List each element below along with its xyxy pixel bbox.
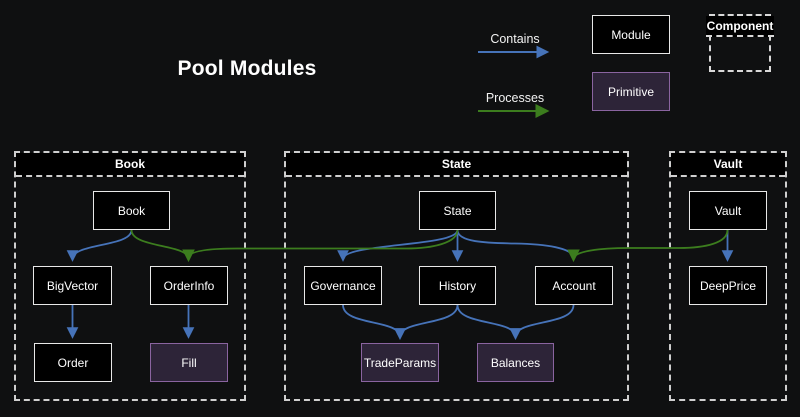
node-orderinfo: OrderInfo <box>150 266 228 305</box>
node-account-label: Account <box>552 279 595 293</box>
legend-primitive-label: Primitive <box>608 85 654 99</box>
edge-book-orderinfo <box>132 230 189 259</box>
node-history-label: History <box>439 279 476 293</box>
legend-component-box: Component <box>709 14 771 72</box>
node-state: State <box>419 191 496 230</box>
edge-state-orderinfo <box>189 230 458 258</box>
edge-vault-account <box>574 230 728 259</box>
legend-component-label: Component <box>706 16 774 37</box>
node-history: History <box>419 266 496 305</box>
legend-module-label: Module <box>611 28 650 42</box>
node-orderinfo-label: OrderInfo <box>164 279 215 293</box>
node-vault-label: Vault <box>715 204 741 218</box>
node-book: Book <box>93 191 170 230</box>
node-fill: Fill <box>150 343 228 382</box>
node-tradeparams-label: TradeParams <box>364 356 436 370</box>
node-book-label: Book <box>118 204 145 218</box>
node-deepprice-label: DeepPrice <box>700 279 756 293</box>
node-account: Account <box>535 266 613 305</box>
node-order: Order <box>34 343 112 382</box>
node-order-label: Order <box>58 356 89 370</box>
edge-state-account <box>458 230 574 258</box>
node-vault: Vault <box>689 191 767 230</box>
edge-history-tradeparams <box>400 305 458 337</box>
edge-governance-tradeparams <box>343 305 400 337</box>
edge-book-bigvector <box>73 230 132 259</box>
node-fill-label: Fill <box>181 356 196 370</box>
node-bigvector-label: BigVector <box>47 279 98 293</box>
node-bigvector: BigVector <box>33 266 112 305</box>
node-governance: Governance <box>304 266 382 305</box>
edge-history-balances <box>458 305 516 337</box>
node-balances-label: Balances <box>491 356 540 370</box>
legend-module-box: Module <box>592 15 670 54</box>
legend-primitive-box: Primitive <box>592 72 670 111</box>
node-governance-label: Governance <box>310 279 375 293</box>
edge-account-balances <box>516 305 574 337</box>
node-tradeparams: TradeParams <box>361 343 439 382</box>
node-balances: Balances <box>477 343 554 382</box>
node-deepprice: DeepPrice <box>689 266 767 305</box>
node-state-label: State <box>443 204 471 218</box>
diagram-canvas: Pool Modules Contains Processes Module P… <box>0 0 800 417</box>
